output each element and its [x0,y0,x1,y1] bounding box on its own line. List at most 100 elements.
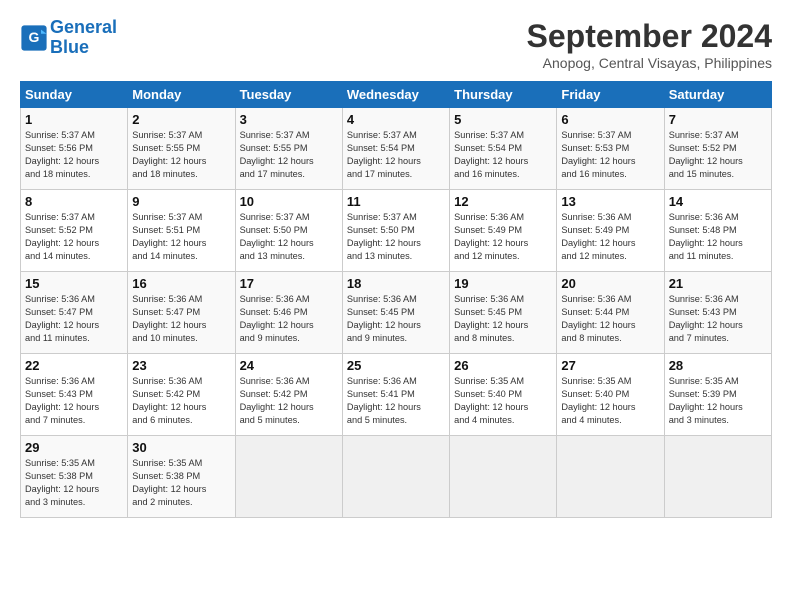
calendar-cell: 21 Sunrise: 5:36 AM Sunset: 5:43 PM Dayli… [664,272,771,354]
day-info: Sunrise: 5:36 AM Sunset: 5:49 PM Dayligh… [454,211,552,263]
day-number: 11 [347,194,445,209]
col-saturday: Saturday [664,82,771,108]
day-info: Sunrise: 5:36 AM Sunset: 5:43 PM Dayligh… [669,293,767,345]
day-number: 8 [25,194,123,209]
day-number: 12 [454,194,552,209]
day-number: 17 [240,276,338,291]
calendar-cell: 3 Sunrise: 5:37 AM Sunset: 5:55 PM Daylig… [235,108,342,190]
col-friday: Friday [557,82,664,108]
day-number: 16 [132,276,230,291]
day-info: Sunrise: 5:37 AM Sunset: 5:54 PM Dayligh… [454,129,552,181]
calendar-cell: 10 Sunrise: 5:37 AM Sunset: 5:50 PM Dayli… [235,190,342,272]
day-info: Sunrise: 5:37 AM Sunset: 5:55 PM Dayligh… [240,129,338,181]
title-block: September 2024 Anopog, Central Visayas, … [527,18,772,71]
calendar-cell: 24 Sunrise: 5:36 AM Sunset: 5:42 PM Dayli… [235,354,342,436]
calendar-cell: 20 Sunrise: 5:36 AM Sunset: 5:44 PM Dayli… [557,272,664,354]
col-thursday: Thursday [450,82,557,108]
day-info: Sunrise: 5:37 AM Sunset: 5:50 PM Dayligh… [347,211,445,263]
day-number: 3 [240,112,338,127]
col-tuesday: Tuesday [235,82,342,108]
day-number: 13 [561,194,659,209]
logo: G General Blue [20,18,117,58]
day-number: 24 [240,358,338,373]
day-info: Sunrise: 5:36 AM Sunset: 5:43 PM Dayligh… [25,375,123,427]
day-info: Sunrise: 5:36 AM Sunset: 5:45 PM Dayligh… [347,293,445,345]
day-info: Sunrise: 5:36 AM Sunset: 5:47 PM Dayligh… [132,293,230,345]
calendar-table: Sunday Monday Tuesday Wednesday Thursday… [20,81,772,518]
calendar-cell: 17 Sunrise: 5:36 AM Sunset: 5:46 PM Dayli… [235,272,342,354]
day-info: Sunrise: 5:37 AM Sunset: 5:50 PM Dayligh… [240,211,338,263]
calendar-cell: 13 Sunrise: 5:36 AM Sunset: 5:49 PM Dayli… [557,190,664,272]
day-info: Sunrise: 5:37 AM Sunset: 5:56 PM Dayligh… [25,129,123,181]
day-number: 9 [132,194,230,209]
day-number: 20 [561,276,659,291]
day-number: 21 [669,276,767,291]
calendar-cell: 1 Sunrise: 5:37 AM Sunset: 5:56 PM Daylig… [21,108,128,190]
day-number: 10 [240,194,338,209]
day-info: Sunrise: 5:36 AM Sunset: 5:46 PM Dayligh… [240,293,338,345]
calendar-cell: 15 Sunrise: 5:36 AM Sunset: 5:47 PM Dayli… [21,272,128,354]
calendar-cell: 2 Sunrise: 5:37 AM Sunset: 5:55 PM Daylig… [128,108,235,190]
day-number: 14 [669,194,767,209]
day-number: 7 [669,112,767,127]
day-info: Sunrise: 5:37 AM Sunset: 5:52 PM Dayligh… [669,129,767,181]
calendar-cell: 26 Sunrise: 5:35 AM Sunset: 5:40 PM Dayli… [450,354,557,436]
svg-text:G: G [29,29,40,45]
day-info: Sunrise: 5:35 AM Sunset: 5:38 PM Dayligh… [25,457,123,509]
calendar-cell: 6 Sunrise: 5:37 AM Sunset: 5:53 PM Daylig… [557,108,664,190]
day-number: 25 [347,358,445,373]
day-number: 28 [669,358,767,373]
day-number: 2 [132,112,230,127]
calendar-cell [342,436,449,518]
day-number: 29 [25,440,123,455]
day-number: 30 [132,440,230,455]
calendar-cell [557,436,664,518]
day-info: Sunrise: 5:37 AM Sunset: 5:54 PM Dayligh… [347,129,445,181]
calendar-cell: 28 Sunrise: 5:35 AM Sunset: 5:39 PM Dayli… [664,354,771,436]
day-number: 22 [25,358,123,373]
day-info: Sunrise: 5:35 AM Sunset: 5:39 PM Dayligh… [669,375,767,427]
calendar-cell: 8 Sunrise: 5:37 AM Sunset: 5:52 PM Daylig… [21,190,128,272]
calendar-cell [235,436,342,518]
day-info: Sunrise: 5:37 AM Sunset: 5:51 PM Dayligh… [132,211,230,263]
calendar-cell: 4 Sunrise: 5:37 AM Sunset: 5:54 PM Daylig… [342,108,449,190]
calendar-cell: 16 Sunrise: 5:36 AM Sunset: 5:47 PM Dayli… [128,272,235,354]
calendar-cell: 30 Sunrise: 5:35 AM Sunset: 5:38 PM Dayli… [128,436,235,518]
calendar-week-row: 8 Sunrise: 5:37 AM Sunset: 5:52 PM Daylig… [21,190,772,272]
calendar-cell: 12 Sunrise: 5:36 AM Sunset: 5:49 PM Dayli… [450,190,557,272]
day-info: Sunrise: 5:36 AM Sunset: 5:42 PM Dayligh… [132,375,230,427]
calendar-cell: 29 Sunrise: 5:35 AM Sunset: 5:38 PM Dayli… [21,436,128,518]
day-number: 1 [25,112,123,127]
calendar-cell [450,436,557,518]
day-info: Sunrise: 5:36 AM Sunset: 5:47 PM Dayligh… [25,293,123,345]
day-number: 15 [25,276,123,291]
day-info: Sunrise: 5:35 AM Sunset: 5:40 PM Dayligh… [561,375,659,427]
location: Anopog, Central Visayas, Philippines [527,55,772,71]
calendar-cell: 18Sunrise: 5:36 AM Sunset: 5:45 PM Dayli… [342,272,449,354]
calendar-week-row: 15 Sunrise: 5:36 AM Sunset: 5:47 PM Dayli… [21,272,772,354]
day-info: Sunrise: 5:35 AM Sunset: 5:38 PM Dayligh… [132,457,230,509]
calendar-cell: 14 Sunrise: 5:36 AM Sunset: 5:48 PM Dayli… [664,190,771,272]
day-info: Sunrise: 5:37 AM Sunset: 5:52 PM Dayligh… [25,211,123,263]
logo-icon: G [20,24,48,52]
col-monday: Monday [128,82,235,108]
day-info: Sunrise: 5:36 AM Sunset: 5:44 PM Dayligh… [561,293,659,345]
col-wednesday: Wednesday [342,82,449,108]
day-info: Sunrise: 5:36 AM Sunset: 5:42 PM Dayligh… [240,375,338,427]
day-number: 4 [347,112,445,127]
day-info: Sunrise: 5:36 AM Sunset: 5:49 PM Dayligh… [561,211,659,263]
calendar-week-row: 1 Sunrise: 5:37 AM Sunset: 5:56 PM Daylig… [21,108,772,190]
day-info: Sunrise: 5:36 AM Sunset: 5:48 PM Dayligh… [669,211,767,263]
page-header: G General Blue September 2024 Anopog, Ce… [20,18,772,71]
day-info: Sunrise: 5:37 AM Sunset: 5:53 PM Dayligh… [561,129,659,181]
day-info: Sunrise: 5:37 AM Sunset: 5:55 PM Dayligh… [132,129,230,181]
day-info: Sunrise: 5:35 AM Sunset: 5:40 PM Dayligh… [454,375,552,427]
calendar-cell: 23Sunrise: 5:36 AM Sunset: 5:42 PM Dayli… [128,354,235,436]
calendar-week-row: 29 Sunrise: 5:35 AM Sunset: 5:38 PM Dayli… [21,436,772,518]
calendar-week-row: 22 Sunrise: 5:36 AM Sunset: 5:43 PM Dayli… [21,354,772,436]
logo-text: General Blue [50,18,117,58]
day-number: 26 [454,358,552,373]
calendar-cell: 5Sunrise: 5:37 AM Sunset: 5:54 PM Daylig… [450,108,557,190]
day-number: 6 [561,112,659,127]
calendar-cell: 19Sunrise: 5:36 AM Sunset: 5:45 PM Dayli… [450,272,557,354]
